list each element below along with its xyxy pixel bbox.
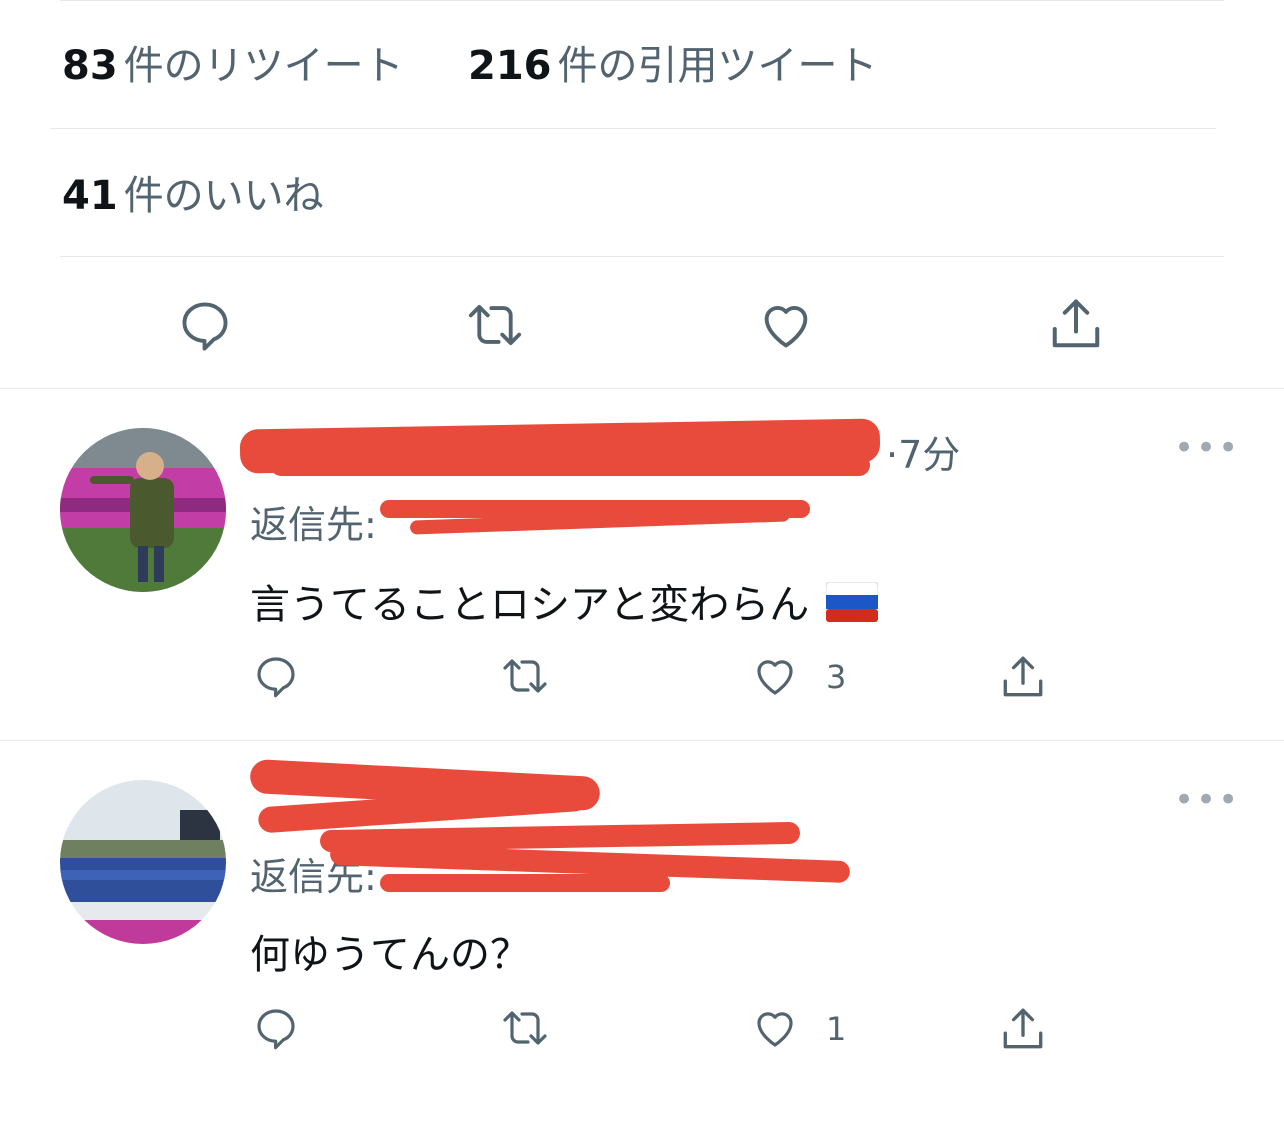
like-icon[interactable] (750, 652, 800, 700)
tweet-divider (0, 388, 1284, 389)
quotes-stat[interactable]: 216 件の引用ツイート (468, 42, 878, 90)
reply-to-label: 返信先: (250, 503, 377, 547)
likes-stat[interactable]: 41 件のいいね (62, 172, 324, 220)
more-icon[interactable]: ••• (1174, 428, 1240, 468)
share-icon[interactable] (998, 1004, 1048, 1054)
quotes-label: 件の引用ツイート (557, 43, 878, 89)
likes-divider (60, 256, 1224, 257)
quotes-count: 216 (468, 43, 552, 89)
more-icon[interactable]: ••• (1174, 780, 1240, 820)
retweet-icon[interactable] (498, 1004, 552, 1052)
retweets-stat[interactable]: 83 件のリツイート (62, 42, 404, 90)
reply-divider (0, 740, 1284, 741)
top-divider (60, 0, 1224, 1)
redacted-name-stroke (270, 454, 870, 476)
like-icon[interactable] (750, 1004, 800, 1052)
avatar[interactable] (60, 428, 226, 592)
reply-icon[interactable] (176, 296, 234, 354)
reply-text: 何ゆうてんの？ (250, 932, 530, 978)
reply-icon[interactable] (252, 652, 300, 700)
like-icon[interactable] (756, 296, 816, 354)
reply-text-content: 言うてることロシアと変わらん (250, 582, 810, 628)
share-icon[interactable] (1046, 294, 1106, 354)
reply-text: 言うてることロシアと変わらん (250, 572, 879, 632)
like-count: 1 (826, 1010, 847, 1048)
likes-count: 41 (62, 173, 118, 219)
avatar[interactable] (60, 780, 226, 944)
retweet-icon[interactable] (462, 296, 528, 354)
likes-label: 件のいいね (123, 173, 324, 219)
stats-divider (50, 128, 1216, 129)
reply-icon[interactable] (252, 1004, 300, 1052)
retweet-icon[interactable] (498, 652, 552, 700)
reply-timestamp: ·7分 (886, 433, 961, 477)
russia-flag-icon (825, 581, 879, 632)
like-count: 3 (826, 658, 847, 696)
retweets-count: 83 (62, 43, 118, 89)
redacted-handle-stroke (380, 874, 670, 892)
retweets-label: 件のリツイート (123, 43, 404, 89)
share-icon[interactable] (998, 652, 1048, 702)
